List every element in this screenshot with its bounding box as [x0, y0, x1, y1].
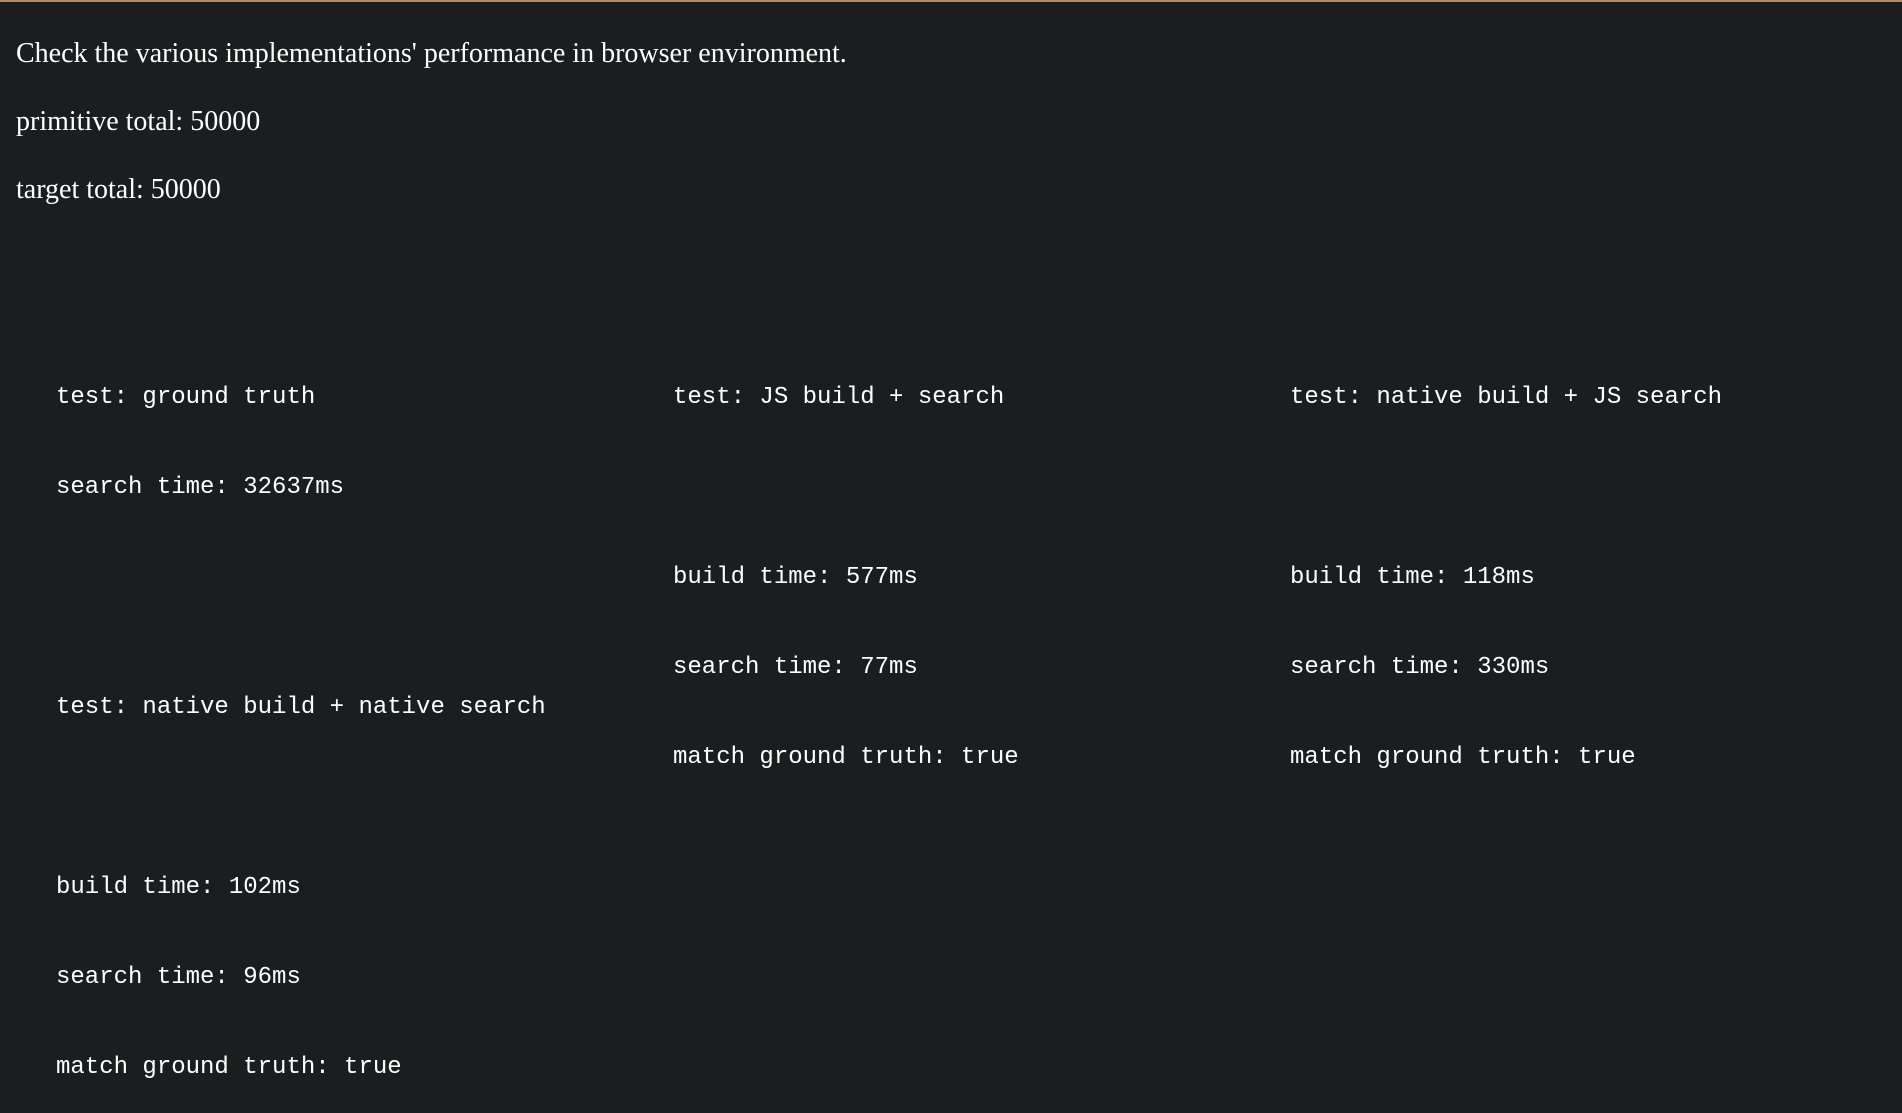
primitive-total: primitive total: 50000 — [16, 106, 261, 137]
benchmark-page: { "intro": { "description": "Check the v… — [0, 0, 1902, 1081]
result-block-ground-truth: test: ground truth search time: 32637ms — [56, 323, 656, 533]
search-time: search time: 96ms — [56, 964, 301, 991]
match-ground-truth: match ground truth: true — [1290, 744, 1636, 771]
search-time: search time: 330ms — [1290, 654, 1550, 681]
test-name: test: native build + native search — [56, 694, 546, 721]
search-time: search time: 77ms — [673, 654, 918, 681]
result-block-native-build-js-search: test: native build + JS search build tim… — [1290, 323, 1890, 803]
test-name: test: ground truth — [56, 384, 316, 411]
target-total: target total: 50000 — [16, 174, 221, 205]
test-name: test: JS build + search — [673, 384, 1005, 411]
build-time: build time: 577ms — [673, 564, 918, 591]
test-name: test: native build + JS search — [1290, 384, 1723, 411]
build-time: build time: 102ms — [56, 874, 301, 901]
match-ground-truth: match ground truth: true — [673, 744, 1019, 771]
page-description: Check the various implementations' perfo… — [16, 38, 847, 69]
search-time: search time: 32637ms — [56, 474, 345, 501]
result-block-js-build-search: test: JS build + search build time: 577m… — [673, 323, 1273, 803]
build-time: build time: 118ms — [1290, 564, 1535, 591]
result-block-native-build-native-search: test: native build + native search build… — [56, 633, 656, 1113]
match-ground-truth: match ground truth: true — [56, 1054, 402, 1081]
